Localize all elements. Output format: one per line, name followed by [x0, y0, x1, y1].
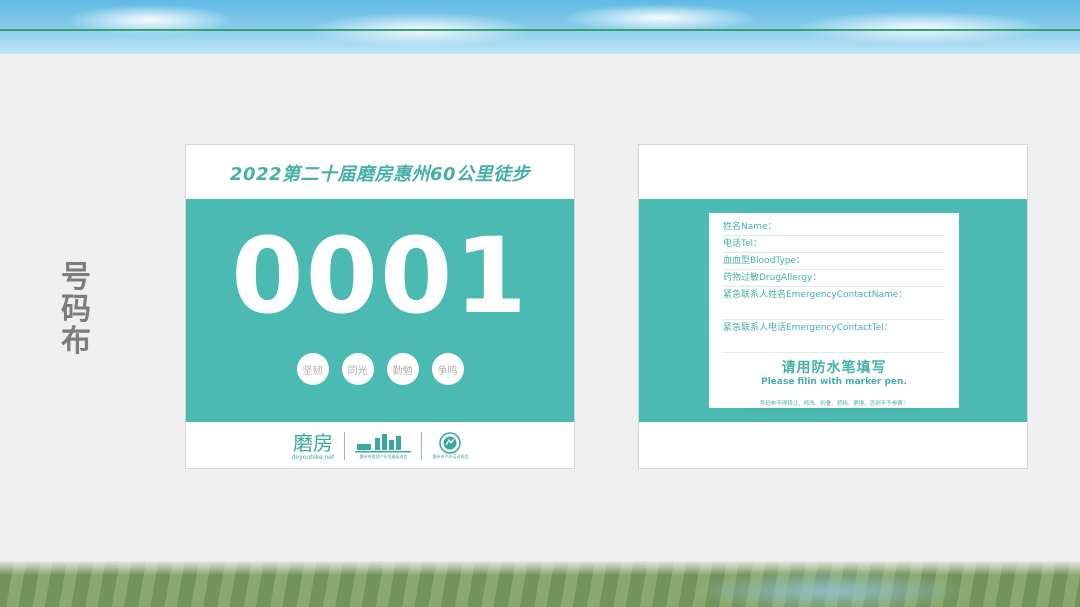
bib-circle-seal: 勤勉 [386, 353, 419, 385]
bib-teal-panel: 0001 坚韧 同光 勤勉 争鸣 [186, 199, 574, 422]
doyouhike-logo-url: doyouhike.net [291, 453, 335, 461]
tourism-association-logo: 惠州市旅游产业发展促进会 [355, 432, 412, 460]
banner-divider [0, 29, 1080, 31]
drug-allergy-field[interactable]: 药物过敏DrugAllergy： [723, 270, 945, 287]
outdoor-association-name: 惠州市户外运动协会 [432, 454, 469, 459]
logo-divider [344, 432, 346, 460]
blood-type-field[interactable]: 血血型BloodType： [723, 253, 945, 270]
bib-back-card: 姓名Name： 电话Tel： 血血型BloodType： 药物过敏DrugAll… [638, 144, 1028, 469]
notice-zh: 号码布不得转让、修改、折叠、遮挡、更换，否则不予参赛！ [759, 401, 909, 407]
bib-circle-seal: 坚韧 [296, 353, 329, 385]
name-field[interactable]: 姓名Name： [723, 219, 945, 236]
doyouhike-logo: 磨房 doyouhike.net [292, 432, 335, 461]
tourism-association-name: 惠州市旅游产业发展促进会 [359, 454, 408, 459]
bib-circles: 坚韧 同光 勤勉 争鸣 [186, 353, 574, 385]
side-title: 号 码 布 [56, 262, 96, 358]
emblem-icon [439, 432, 462, 454]
bib-circle-seal: 同光 [341, 353, 374, 385]
sponsor-logos: 磨房 doyouhike.net 惠州市旅游产业发展促进会 惠州市户外运动协会 [186, 426, 574, 466]
side-title-char: 号 [61, 260, 91, 295]
info-form: 姓名Name： 电话Tel： 血血型BloodType： 药物过敏DrugAll… [709, 213, 959, 411]
emergency-contact-name-field[interactable]: 紧急联系人姓名EmergencyContactName： [723, 287, 945, 320]
bib-title: 2022第二十届磨房惠州60公里徒步 [229, 164, 531, 185]
bib-front-card: 2022第二十届磨房惠州60公里徒步 0001 坚韧 同光 勤勉 争鸣 磨房 d… [185, 144, 575, 469]
marker-instruction-en: Please filin with marker pen. [761, 377, 907, 387]
sky-banner [0, 0, 1080, 54]
logo-divider [421, 432, 423, 460]
doyouhike-logo-text: 磨房 [293, 430, 333, 455]
bib-number: 0001 [231, 215, 529, 337]
side-title-char: 布 [61, 324, 91, 359]
marker-instruction-zh: 请用防水笔填写 [781, 360, 887, 376]
outdoor-association-logo: 惠州市户外运动协会 [432, 432, 468, 460]
emergency-contact-tel-field[interactable]: 紧急联系人电话EmergencyContactTel： [723, 320, 945, 353]
landscape-fade [0, 561, 1080, 575]
bib-circle-seal: 争鸣 [431, 353, 464, 385]
side-title-char: 码 [61, 292, 91, 327]
tel-field[interactable]: 电话Tel： [723, 236, 945, 253]
notice-en: This number bib must not be transferred,… [745, 407, 923, 411]
building-icon [355, 434, 412, 453]
